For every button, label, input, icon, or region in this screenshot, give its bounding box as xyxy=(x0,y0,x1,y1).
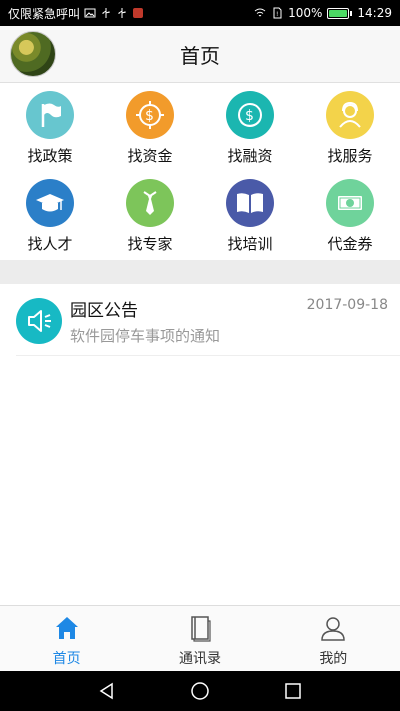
grid-item-policy[interactable]: 找政策 xyxy=(0,84,100,172)
status-bar-left: 仅限紧急呼叫 xyxy=(8,5,144,22)
grid-item-label: 找政策 xyxy=(27,147,73,165)
home-circle-icon[interactable] xyxy=(190,681,210,701)
status-bar: 仅限紧急呼叫 ! 100% 14:29 xyxy=(0,0,400,26)
wifi-icon xyxy=(254,8,266,17)
carrier-text: 仅限紧急呼叫 xyxy=(8,6,81,21)
list-divider xyxy=(16,355,400,356)
section-divider xyxy=(0,260,400,284)
tie-icon xyxy=(126,179,174,227)
bottom-tab-bar: 首页 通讯录 我的 xyxy=(0,605,400,671)
recents-icon[interactable] xyxy=(283,681,303,701)
announcement-subtitle: 软件园停车事项的通知 xyxy=(70,327,221,345)
grid-item-funding[interactable]: $ 找资金 xyxy=(100,84,200,172)
svg-text:$: $ xyxy=(245,108,254,124)
tab-contacts[interactable]: 通讯录 xyxy=(133,606,266,671)
grid-item-talent[interactable]: 找人才 xyxy=(0,172,100,260)
voucher-icon xyxy=(326,179,374,227)
grid-item-financing[interactable]: $ 找融资 xyxy=(200,84,300,172)
svg-text:!: ! xyxy=(276,11,278,18)
coin-icon: $ xyxy=(126,91,174,139)
header: 首页 xyxy=(0,26,400,83)
usb-icon xyxy=(118,8,126,18)
photo-notification-icon xyxy=(84,8,96,18)
grid-item-label: 找融资 xyxy=(227,147,273,165)
contacts-book-icon xyxy=(186,614,214,642)
home-icon xyxy=(53,614,81,642)
grid-item-label: 找培训 xyxy=(227,235,273,253)
grid-item-training[interactable]: 找培训 xyxy=(200,172,300,260)
grid-item-expert[interactable]: 找专家 xyxy=(100,172,200,260)
grid-item-voucher[interactable]: 代金券 xyxy=(300,172,400,260)
tab-label: 我的 xyxy=(319,651,348,667)
page-title: 首页 xyxy=(180,43,220,68)
speaker-icon xyxy=(16,298,62,344)
grid-item-service[interactable]: 找服务 xyxy=(300,84,400,172)
tab-label: 首页 xyxy=(52,651,81,667)
battery-icon xyxy=(327,7,353,19)
announcement-title: 园区公告 xyxy=(70,301,138,321)
battery-percent: 100% xyxy=(288,6,323,20)
app-notification-icon xyxy=(133,8,144,18)
user-icon xyxy=(319,614,347,642)
grid-item-label: 找资金 xyxy=(127,147,173,165)
grid-item-label: 找专家 xyxy=(127,235,173,253)
book-icon xyxy=(226,179,274,227)
system-nav-bar xyxy=(0,671,400,711)
avatar[interactable] xyxy=(10,31,56,77)
announcement-item[interactable]: 园区公告 2017-09-18 软件园停车事项的通知 xyxy=(0,284,400,356)
feature-grid: 找政策 $ 找资金 $ 找融资 找服务 找人才 找专家 找培训 代金券 xyxy=(0,84,400,260)
money-exchange-icon: $ xyxy=(226,91,274,139)
grid-item-label: 找人才 xyxy=(27,235,73,253)
tab-label: 通讯录 xyxy=(178,651,221,667)
clock: 14:29 xyxy=(357,6,392,20)
graduation-cap-icon xyxy=(26,179,74,227)
flag-icon xyxy=(26,91,74,139)
svg-text:$: $ xyxy=(145,108,154,124)
service-person-icon xyxy=(326,91,374,139)
grid-item-label: 代金券 xyxy=(327,235,373,253)
grid-item-label: 找服务 xyxy=(327,147,373,165)
back-icon[interactable] xyxy=(97,681,117,701)
status-bar-right: ! 100% 14:29 xyxy=(254,6,392,20)
tab-home[interactable]: 首页 xyxy=(0,606,133,671)
announcement-date: 2017-09-18 xyxy=(306,297,388,313)
tab-profile[interactable]: 我的 xyxy=(267,606,400,671)
sim-icon: ! xyxy=(273,7,282,19)
usb-icon xyxy=(102,8,110,18)
